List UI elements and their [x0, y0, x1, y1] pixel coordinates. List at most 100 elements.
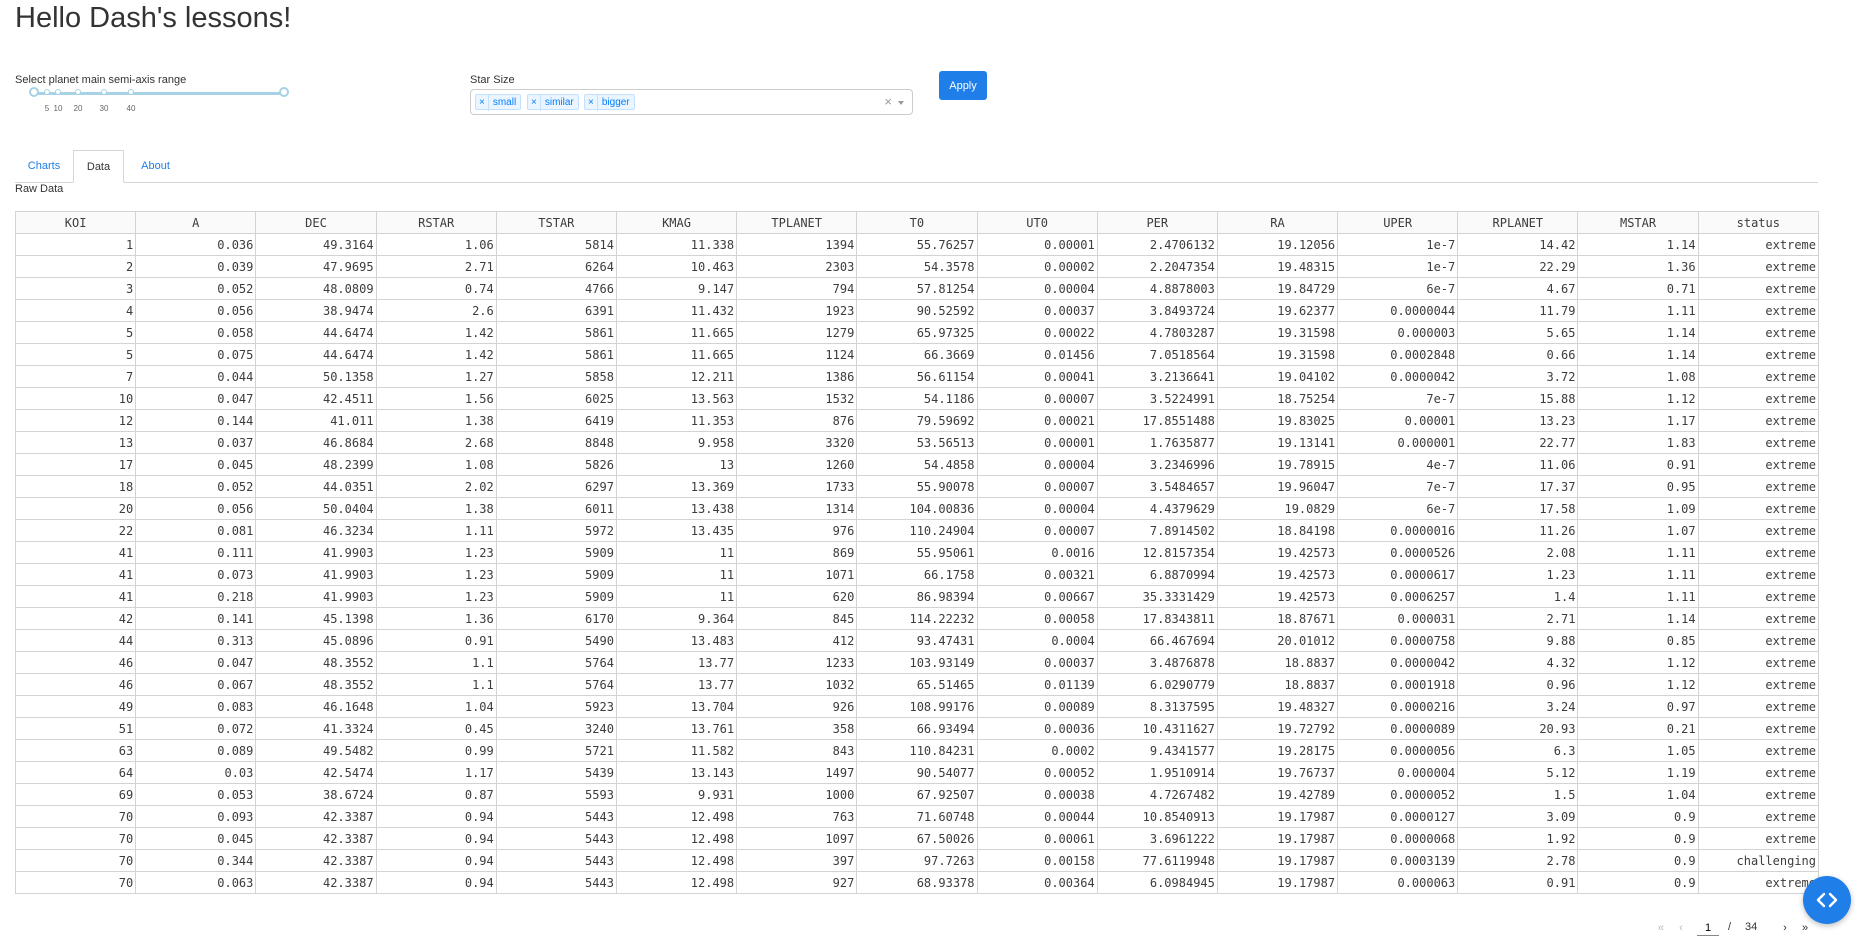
table-cell[interactable]: 67.50026 [856, 827, 978, 850]
table-cell[interactable]: 18.75254 [1216, 387, 1339, 410]
table-cell[interactable]: 0.0002 [976, 739, 1098, 762]
table-cell[interactable]: 0.045 [135, 827, 257, 850]
table-cell[interactable]: 794 [736, 277, 858, 300]
table-cell[interactable]: 0.00667 [976, 585, 1098, 608]
table-cell[interactable]: 18.87671 [1216, 607, 1339, 630]
table-cell[interactable]: 1 [14, 233, 137, 256]
table-cell[interactable]: 11.338 [615, 233, 738, 256]
table-cell[interactable]: 13.435 [615, 519, 738, 542]
table-cell[interactable]: 0.039 [135, 255, 257, 278]
table-cell[interactable]: 1.14 [1577, 233, 1699, 256]
table-cell[interactable]: 19.28175 [1216, 739, 1339, 762]
table-cell[interactable]: 1.04 [375, 695, 497, 718]
table-cell[interactable]: 19.42573 [1216, 585, 1339, 608]
table-cell[interactable]: 0.71 [1577, 277, 1699, 300]
table-cell[interactable]: 1.27 [375, 365, 497, 388]
table-cell[interactable]: 0.313 [135, 629, 257, 652]
table-cell[interactable]: 0.00058 [976, 607, 1098, 630]
table-cell[interactable]: 2303 [736, 255, 858, 278]
range-slider-track[interactable] [33, 92, 283, 95]
table-cell[interactable]: extreme [1697, 739, 1820, 762]
table-cell[interactable]: 5443 [495, 827, 617, 850]
table-cell[interactable]: 0.058 [135, 321, 257, 344]
table-cell[interactable]: 77.6119948 [1096, 849, 1218, 872]
table-cell[interactable]: 70 [14, 871, 137, 894]
table-cell[interactable]: 54.3578 [856, 255, 978, 278]
table-cell[interactable]: 0.0000758 [1337, 629, 1459, 652]
table-cell[interactable]: 11.432 [615, 299, 738, 322]
table-cell[interactable]: extreme [1697, 585, 1820, 608]
table-cell[interactable]: extreme [1697, 277, 1820, 300]
table-cell[interactable]: 13.23 [1457, 409, 1579, 432]
table-cell[interactable]: 11.582 [615, 739, 738, 762]
table-cell[interactable]: 1532 [736, 387, 858, 410]
table-cell[interactable]: 0.94 [375, 849, 497, 872]
table-cell[interactable]: 1.7635877 [1096, 431, 1218, 454]
table-cell[interactable]: 54.1186 [856, 387, 978, 410]
table-cell[interactable]: 5814 [495, 233, 617, 256]
column-header[interactable]: status [1697, 211, 1820, 234]
table-cell[interactable]: 4.7803287 [1096, 321, 1218, 344]
table-cell[interactable]: 5861 [495, 321, 617, 344]
table-cell[interactable]: 0.94 [375, 805, 497, 828]
table-cell[interactable]: 0.0000042 [1337, 651, 1459, 674]
table-cell[interactable]: 0.00001 [976, 431, 1098, 454]
table-cell[interactable]: 5923 [495, 695, 617, 718]
table-cell[interactable]: 0.00022 [976, 321, 1098, 344]
table-cell[interactable]: 2.71 [375, 255, 497, 278]
table-cell[interactable]: 1733 [736, 475, 858, 498]
table-cell[interactable]: 0.01139 [976, 673, 1098, 696]
table-cell[interactable]: 843 [736, 739, 858, 762]
table-cell[interactable]: 44 [14, 629, 137, 652]
table-cell[interactable]: 0.00001 [1337, 409, 1459, 432]
table-cell[interactable]: 5721 [495, 739, 617, 762]
table-cell[interactable]: 412 [736, 629, 858, 652]
table-cell[interactable]: 11 [615, 563, 738, 586]
table-cell[interactable]: 19.78915 [1216, 453, 1339, 476]
table-cell[interactable]: extreme [1697, 651, 1820, 674]
table-cell[interactable]: 19.17987 [1216, 871, 1339, 894]
table-cell[interactable]: 5858 [495, 365, 617, 388]
table-cell[interactable]: 12.498 [615, 827, 738, 850]
table-cell[interactable]: 17.58 [1457, 497, 1579, 520]
table-cell[interactable]: 3240 [495, 717, 617, 740]
table-cell[interactable]: extreme [1697, 343, 1820, 366]
table-cell[interactable]: 12.498 [615, 871, 738, 894]
table-cell[interactable]: 13.143 [615, 761, 738, 784]
table-cell[interactable]: 1.36 [375, 607, 497, 630]
table-cell[interactable]: 48.2399 [255, 453, 377, 476]
table-cell[interactable]: extreme [1697, 761, 1820, 784]
table-cell[interactable]: 49.3164 [255, 233, 377, 256]
table-cell[interactable]: 103.93149 [856, 651, 978, 674]
table-cell[interactable]: 90.54077 [856, 761, 978, 784]
table-cell[interactable]: 0.21 [1577, 717, 1699, 740]
table-cell[interactable]: 1.08 [375, 453, 497, 476]
table-cell[interactable]: 20.93 [1457, 717, 1579, 740]
table-cell[interactable]: 0.03 [135, 761, 257, 784]
dev-tools-button[interactable] [1803, 876, 1851, 924]
table-cell[interactable]: 6.3 [1457, 739, 1579, 762]
table-cell[interactable]: 0.9 [1577, 849, 1699, 872]
table-cell[interactable]: challenging [1697, 849, 1820, 872]
column-header[interactable]: RPLANET [1457, 211, 1579, 234]
table-cell[interactable]: 1e-7 [1337, 255, 1459, 278]
table-cell[interactable]: 0.111 [135, 541, 257, 564]
table-cell[interactable]: 15.88 [1457, 387, 1579, 410]
table-cell[interactable]: 0.047 [135, 651, 257, 674]
tab-about[interactable]: About [124, 150, 187, 182]
next-page-button[interactable]: › [1777, 918, 1793, 938]
table-cell[interactable]: 3.09 [1457, 805, 1579, 828]
table-cell[interactable]: 0.0002848 [1337, 343, 1459, 366]
table-cell[interactable]: 20 [14, 497, 137, 520]
table-cell[interactable]: 13 [14, 431, 137, 454]
table-cell[interactable]: extreme [1697, 695, 1820, 718]
table-cell[interactable]: 5861 [495, 343, 617, 366]
table-cell[interactable]: 0.0000617 [1337, 563, 1459, 586]
table-cell[interactable]: 1032 [736, 673, 858, 696]
table-cell[interactable]: 845 [736, 607, 858, 630]
table-cell[interactable]: 19.42573 [1216, 541, 1339, 564]
table-cell[interactable]: 11 [615, 585, 738, 608]
table-cell[interactable]: 6264 [495, 255, 617, 278]
table-cell[interactable]: 18 [14, 475, 137, 498]
table-cell[interactable]: 0.0000068 [1337, 827, 1459, 850]
